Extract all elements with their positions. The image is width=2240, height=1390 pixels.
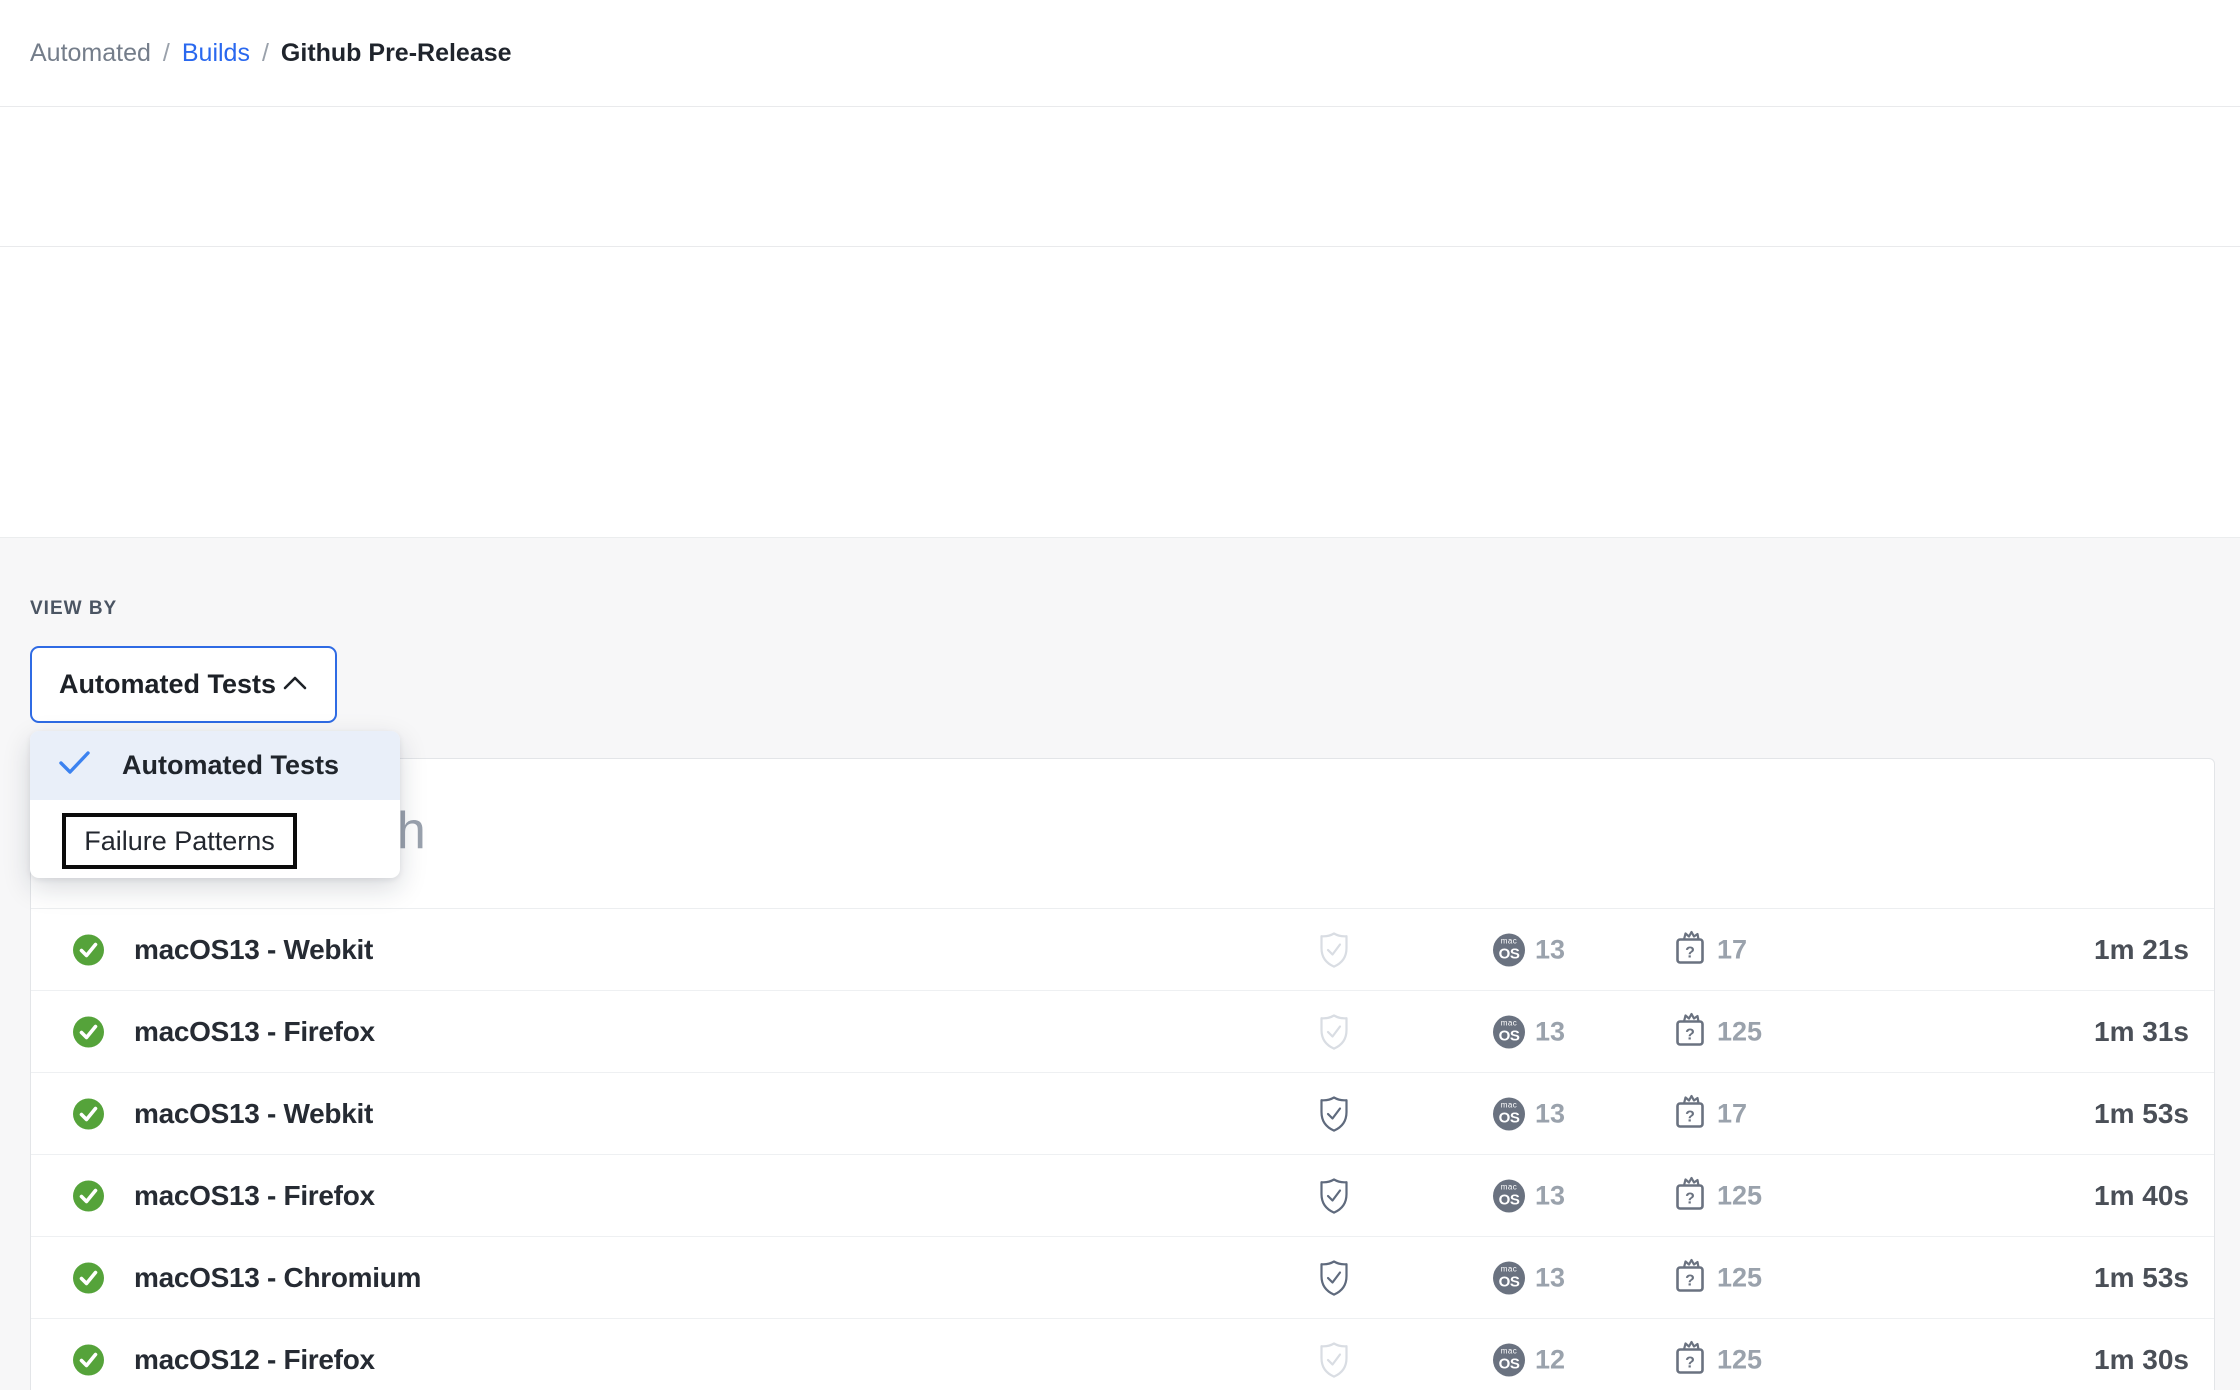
test-row[interactable]: macOS13 - Firefox macOS 13 ? 125 1m [31, 1155, 2214, 1237]
tests-column: ? 125 [1673, 1256, 1762, 1299]
breadcrumb-bar: Automated / Builds / Github Pre-Release [0, 0, 2240, 107]
camera-question-icon: ? [1673, 928, 1707, 971]
chevron-up-icon [283, 675, 307, 695]
test-name: macOS13 - Chromium [134, 1262, 421, 1294]
test-duration: 1m 31s [2094, 1016, 2189, 1048]
macos-badge-icon: macOS [1493, 1015, 1525, 1048]
os-version: 13 [1535, 1262, 1565, 1293]
test-row[interactable]: macOS12 - Firefox macOS 12 ? 125 1m [31, 1319, 2214, 1390]
svg-text:?: ? [1685, 1354, 1695, 1371]
passed-status-icon [73, 1016, 104, 1047]
build-summary-section: 0 QUEUED 0 RUNNING 0 COMPLETED 0 ERRORED… [0, 247, 2240, 538]
shield-check-icon [1318, 931, 1350, 969]
shield-check-icon [1318, 1341, 1350, 1379]
os-column: macOS 13 [1493, 1015, 1565, 1048]
test-name: macOS13 - Firefox [134, 1016, 375, 1048]
tests-count: 17 [1717, 934, 1747, 965]
svg-text:?: ? [1685, 1272, 1695, 1289]
test-row[interactable]: macOS13 - Firefox macOS 13 ? 125 1m [31, 991, 2214, 1073]
os-version: 13 [1535, 934, 1565, 965]
breadcrumb-current-build: Github Pre-Release [281, 39, 512, 68]
svg-text:?: ? [1685, 1108, 1695, 1125]
passed-status-icon [73, 1098, 104, 1129]
os-column: macOS 13 [1493, 1261, 1565, 1294]
tests-list: macOS13 - Webkit macOS 13 ? 17 1m 21 [31, 909, 2214, 1390]
test-name: macOS13 - Webkit [134, 934, 373, 966]
tests-column: ? 125 [1673, 1174, 1762, 1217]
shield-check-icon [1318, 1177, 1350, 1215]
menu-item-label: Failure Patterns [84, 826, 275, 857]
menu-item-automated-tests[interactable]: Automated Tests [30, 731, 400, 800]
passed-status-icon [73, 1262, 104, 1293]
test-duration: 1m 30s [2094, 1344, 2189, 1376]
camera-question-icon: ? [1673, 1010, 1707, 1053]
shield-check-icon [1318, 1259, 1350, 1297]
check-icon [58, 750, 92, 781]
os-column: macOS 13 [1493, 1179, 1565, 1212]
tests-count: 125 [1717, 1016, 1762, 1047]
camera-question-icon: ? [1673, 1256, 1707, 1299]
tests-column: ? 125 [1673, 1338, 1762, 1381]
macos-badge-icon: macOS [1493, 1179, 1525, 1212]
os-version: 13 [1535, 1016, 1565, 1047]
view-by-menu: Automated Tests Failure Patterns [30, 731, 400, 878]
passed-status-icon [73, 934, 104, 965]
test-name: macOS13 - Webkit [134, 1098, 373, 1130]
camera-question-icon: ? [1673, 1092, 1707, 1135]
test-row[interactable]: macOS13 - Chromium macOS 13 ? 125 1m [31, 1237, 2214, 1319]
passed-status-icon [73, 1344, 104, 1375]
breadcrumb-automated: Automated [30, 39, 151, 68]
os-column: macOS 13 [1493, 1097, 1565, 1130]
view-by-dropdown[interactable]: Automated Tests [30, 646, 337, 723]
macos-badge-icon: macOS [1493, 1097, 1525, 1130]
test-duration: 1m 53s [2094, 1098, 2189, 1130]
test-name: macOS12 - Firefox [134, 1344, 375, 1376]
macos-badge-icon: macOS [1493, 1261, 1525, 1294]
macos-badge-icon: macOS [1493, 933, 1525, 966]
camera-question-icon: ? [1673, 1174, 1707, 1217]
os-version: 12 [1535, 1344, 1565, 1375]
shield-check-icon [1318, 1013, 1350, 1051]
svg-text:?: ? [1685, 1026, 1695, 1043]
tests-column: ? 125 [1673, 1010, 1762, 1053]
os-column: macOS 13 [1493, 933, 1565, 966]
view-by-label: VIEW BY [30, 598, 117, 620]
os-column: macOS 12 [1493, 1343, 1565, 1376]
camera-question-icon: ? [1673, 1338, 1707, 1381]
os-version: 13 [1535, 1180, 1565, 1211]
svg-text:?: ? [1685, 1190, 1695, 1207]
annotation-highlight-box[interactable]: Failure Patterns [62, 813, 297, 869]
macos-badge-icon: macOS [1493, 1343, 1525, 1376]
test-duration: 1m 53s [2094, 1262, 2189, 1294]
test-duration: 1m 40s [2094, 1180, 2189, 1212]
build-status-band: Build failed [0, 107, 2240, 247]
view-by-selected-value: Automated Tests [59, 669, 276, 700]
tests-count: 17 [1717, 1098, 1747, 1129]
passed-status-icon [73, 1180, 104, 1211]
menu-item-label: Automated Tests [122, 750, 339, 781]
test-name: macOS13 - Firefox [134, 1180, 375, 1212]
tests-count: 125 [1717, 1262, 1762, 1293]
test-row[interactable]: macOS13 - Webkit macOS 13 ? 17 1m 21 [31, 909, 2214, 991]
tests-column: ? 17 [1673, 928, 1747, 971]
breadcrumb-separator: / [163, 39, 170, 68]
tests-column: ? 17 [1673, 1092, 1747, 1135]
os-version: 13 [1535, 1098, 1565, 1129]
svg-text:?: ? [1685, 944, 1695, 961]
menu-item-failure-patterns[interactable]: Failure Patterns [30, 800, 400, 878]
breadcrumb-separator: / [262, 39, 269, 68]
test-duration: 1m 21s [2094, 934, 2189, 966]
tests-count: 125 [1717, 1344, 1762, 1375]
test-row[interactable]: macOS13 - Webkit macOS 13 ? 17 1m 53 [31, 1073, 2214, 1155]
shield-check-icon [1318, 1095, 1350, 1133]
breadcrumb-builds-link[interactable]: Builds [182, 39, 250, 68]
tests-count: 125 [1717, 1180, 1762, 1211]
breadcrumb: Automated / Builds / Github Pre-Release [30, 39, 512, 68]
